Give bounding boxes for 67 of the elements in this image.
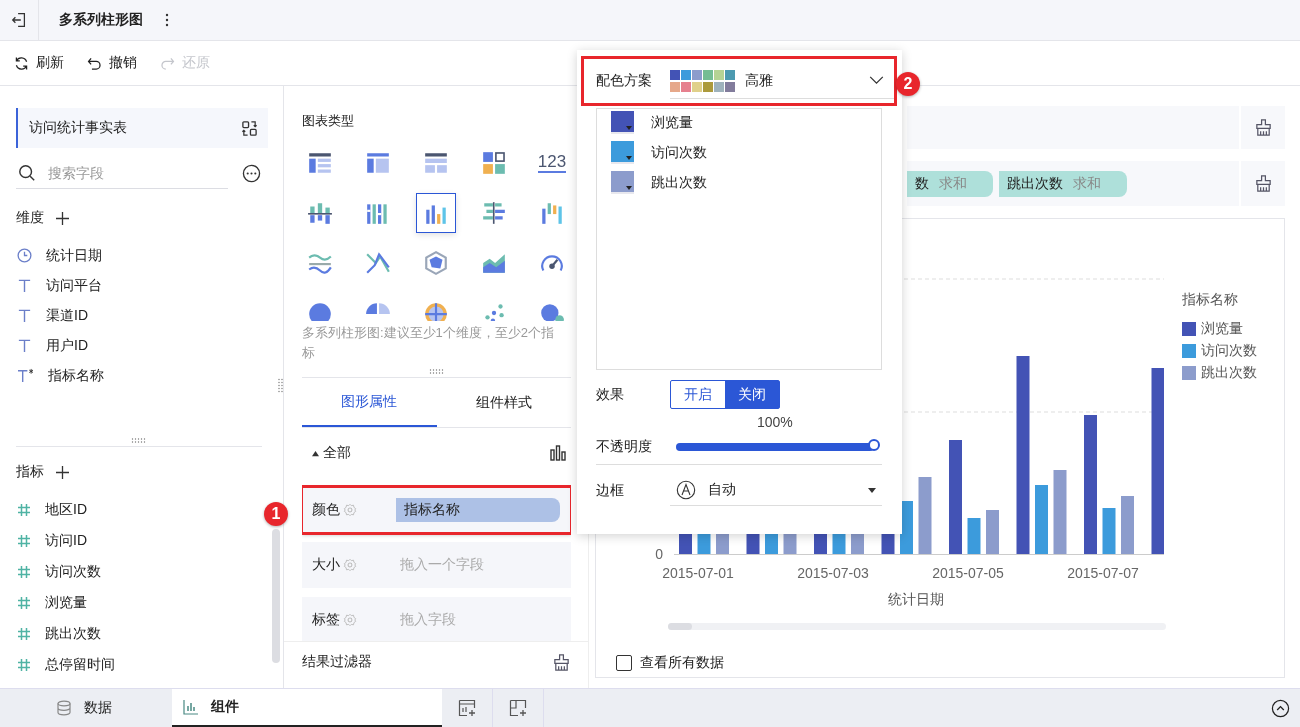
series-name: 跳出次数 xyxy=(651,173,707,192)
callout-badge: 2 xyxy=(896,72,920,96)
section-title: 维度 xyxy=(16,209,44,227)
series-name: 浏览量 xyxy=(651,113,693,132)
legend-title: 指标名称 xyxy=(1182,291,1239,309)
border-dropdown[interactable]: 自动 xyxy=(670,475,882,506)
field-name[interactable]: 指标名称 xyxy=(48,366,104,385)
setting-label: 配色方案 xyxy=(596,72,653,90)
tab[interactable]: 组件 xyxy=(172,689,442,727)
dataset-header[interactable]: 访问统计事实表 xyxy=(16,108,268,148)
property-label: 大小 xyxy=(312,556,340,574)
undo-button[interactable]: 撤销 xyxy=(86,54,137,72)
setting-label: 边框 xyxy=(596,481,625,500)
border-value: 自动 xyxy=(708,481,737,499)
field-name[interactable]: 用户ID xyxy=(46,336,88,355)
axis-label: 2015-07-07 xyxy=(1067,565,1139,581)
chart-type-hint: 多系列柱形图:建议至少1个维度，至少2个指标 xyxy=(302,324,556,362)
legend-item[interactable]: 浏览量 xyxy=(1182,320,1257,338)
legend-item[interactable]: 访问次数 xyxy=(1182,342,1257,360)
toggle-option[interactable]: 关闭 xyxy=(725,381,779,408)
field-chip[interactable]: 指标名称 xyxy=(396,498,560,522)
field-name[interactable]: 访问次数 xyxy=(45,563,101,581)
legend-item[interactable]: 跳出次数 xyxy=(1182,364,1257,382)
tab[interactable]: 图形属性 xyxy=(302,378,437,427)
field-name[interactable]: 访问ID xyxy=(45,532,87,550)
toggle-option[interactable]: 开启 xyxy=(671,381,725,408)
page-title: 多系列柱形图 xyxy=(59,11,143,29)
field-chip[interactable]: 跳出次数 求和 xyxy=(998,170,1127,197)
field-name[interactable]: 浏览量 xyxy=(45,594,87,612)
tab[interactable]: 数据 xyxy=(0,689,172,727)
axis-label: 2015-07-03 xyxy=(797,565,869,581)
property-row[interactable]: 颜色 指标名称 xyxy=(302,487,571,533)
property-label: 颜色 xyxy=(312,501,340,519)
property-label: 标签 xyxy=(312,611,340,629)
axis-label: 0 xyxy=(655,546,663,562)
view-all-checkbox[interactable]: 查看所有数据 xyxy=(616,654,724,672)
field-name[interactable]: 地区ID xyxy=(45,501,87,519)
drop-field-placeholder: 拖入一个字段 xyxy=(400,556,484,574)
field-name[interactable]: 访问平台 xyxy=(46,276,102,295)
result-filter-label: 结果过滤器 xyxy=(302,653,372,671)
drop-field-placeholder: 拖入字段 xyxy=(400,611,456,629)
property-row[interactable]: 大小 拖入一个字段 xyxy=(302,542,571,588)
field-name[interactable]: 统计日期 xyxy=(46,246,102,265)
setting-label: 效果 xyxy=(596,385,625,404)
section-title: 图表类型 xyxy=(302,112,355,130)
axis-title: 统计日期 xyxy=(887,591,945,609)
chart-type-option[interactable]: 123 xyxy=(532,143,571,183)
property-row[interactable]: 标签 拖入字段 xyxy=(302,597,571,641)
field-name[interactable]: 总停留时间 xyxy=(45,656,115,674)
scheme-name: 高雅 xyxy=(745,71,774,90)
series-name: 访问次数 xyxy=(651,143,707,162)
search-field[interactable]: 搜索字段 xyxy=(16,158,228,189)
refresh-button[interactable]: 刷新 xyxy=(13,54,64,72)
color-scheme-dropdown[interactable]: 高雅 xyxy=(670,63,894,99)
section-title[interactable]: 全部 xyxy=(323,444,351,462)
dataset-name: 访问统计事实表 xyxy=(29,119,127,137)
axis-label: 2015-07-05 xyxy=(932,565,1004,581)
field-chip[interactable]: 数 求和 xyxy=(907,170,993,197)
section-title: 指标 xyxy=(16,463,44,481)
axis-label: 2015-07-01 xyxy=(662,565,734,581)
search-input[interactable]: 搜索字段 xyxy=(46,164,210,182)
opacity-value: 100% xyxy=(757,414,794,430)
field-name[interactable]: 渠道ID xyxy=(46,306,88,325)
callout-badge: 1 xyxy=(264,502,288,526)
tab[interactable]: 组件样式 xyxy=(436,378,571,427)
field-name[interactable]: 跳出次数 xyxy=(45,625,101,643)
setting-label: 不透明度 xyxy=(596,438,653,456)
